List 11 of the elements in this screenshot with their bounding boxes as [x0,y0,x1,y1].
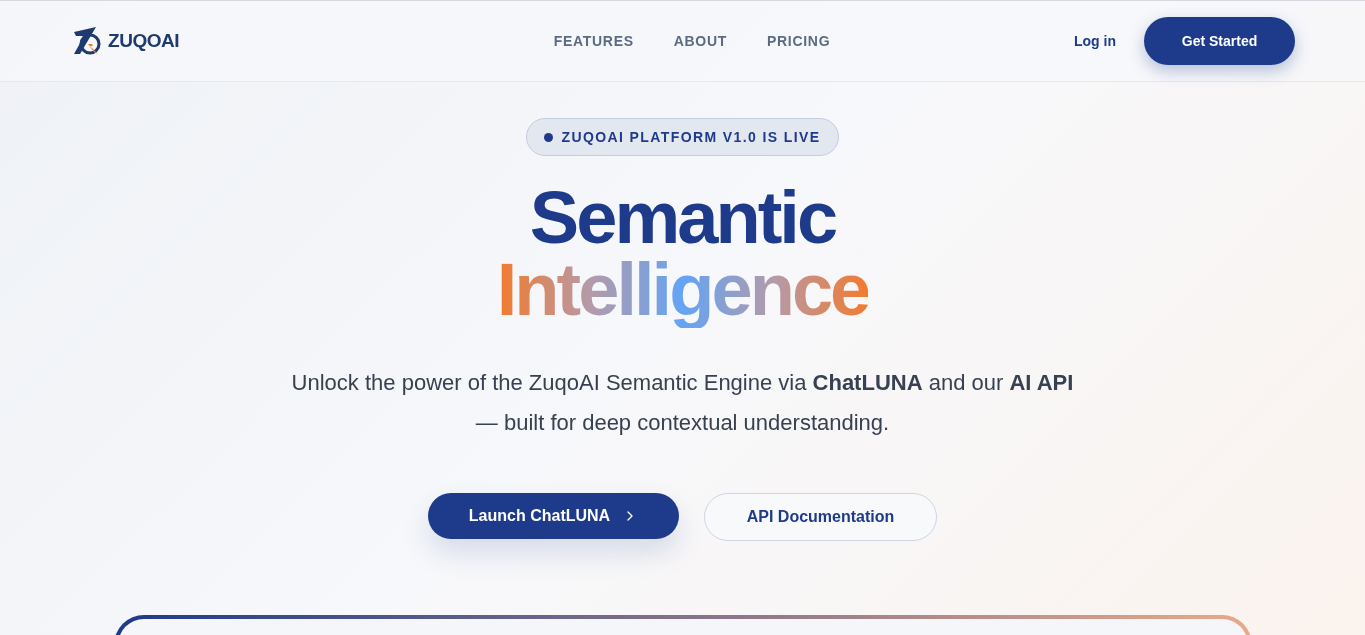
hero-title: Semantic [529,184,836,252]
launch-button[interactable]: Launch ChatLUNA [428,493,679,539]
hero-description: Unlock the power of the ZuqoAI Semantic Engine via ChatLUNA and our AI API — built for deep contextual understanding. [290,369,1075,437]
logo-text: ZUQOAI [108,28,180,53]
badge-text: ZUQOAI PLATFORM V1.0 IS LIVE [561,127,821,147]
get-started-button[interactable]: Get Started [1144,17,1295,65]
nav-link[interactable]: FEATURES [553,30,634,52]
nav-link[interactable]: ABOUT [673,30,727,52]
nav-link[interactable]: PRICING [767,30,831,52]
api-docs-button[interactable]: API Documentation [704,493,937,541]
login-link[interactable]: Log in [1074,30,1116,52]
